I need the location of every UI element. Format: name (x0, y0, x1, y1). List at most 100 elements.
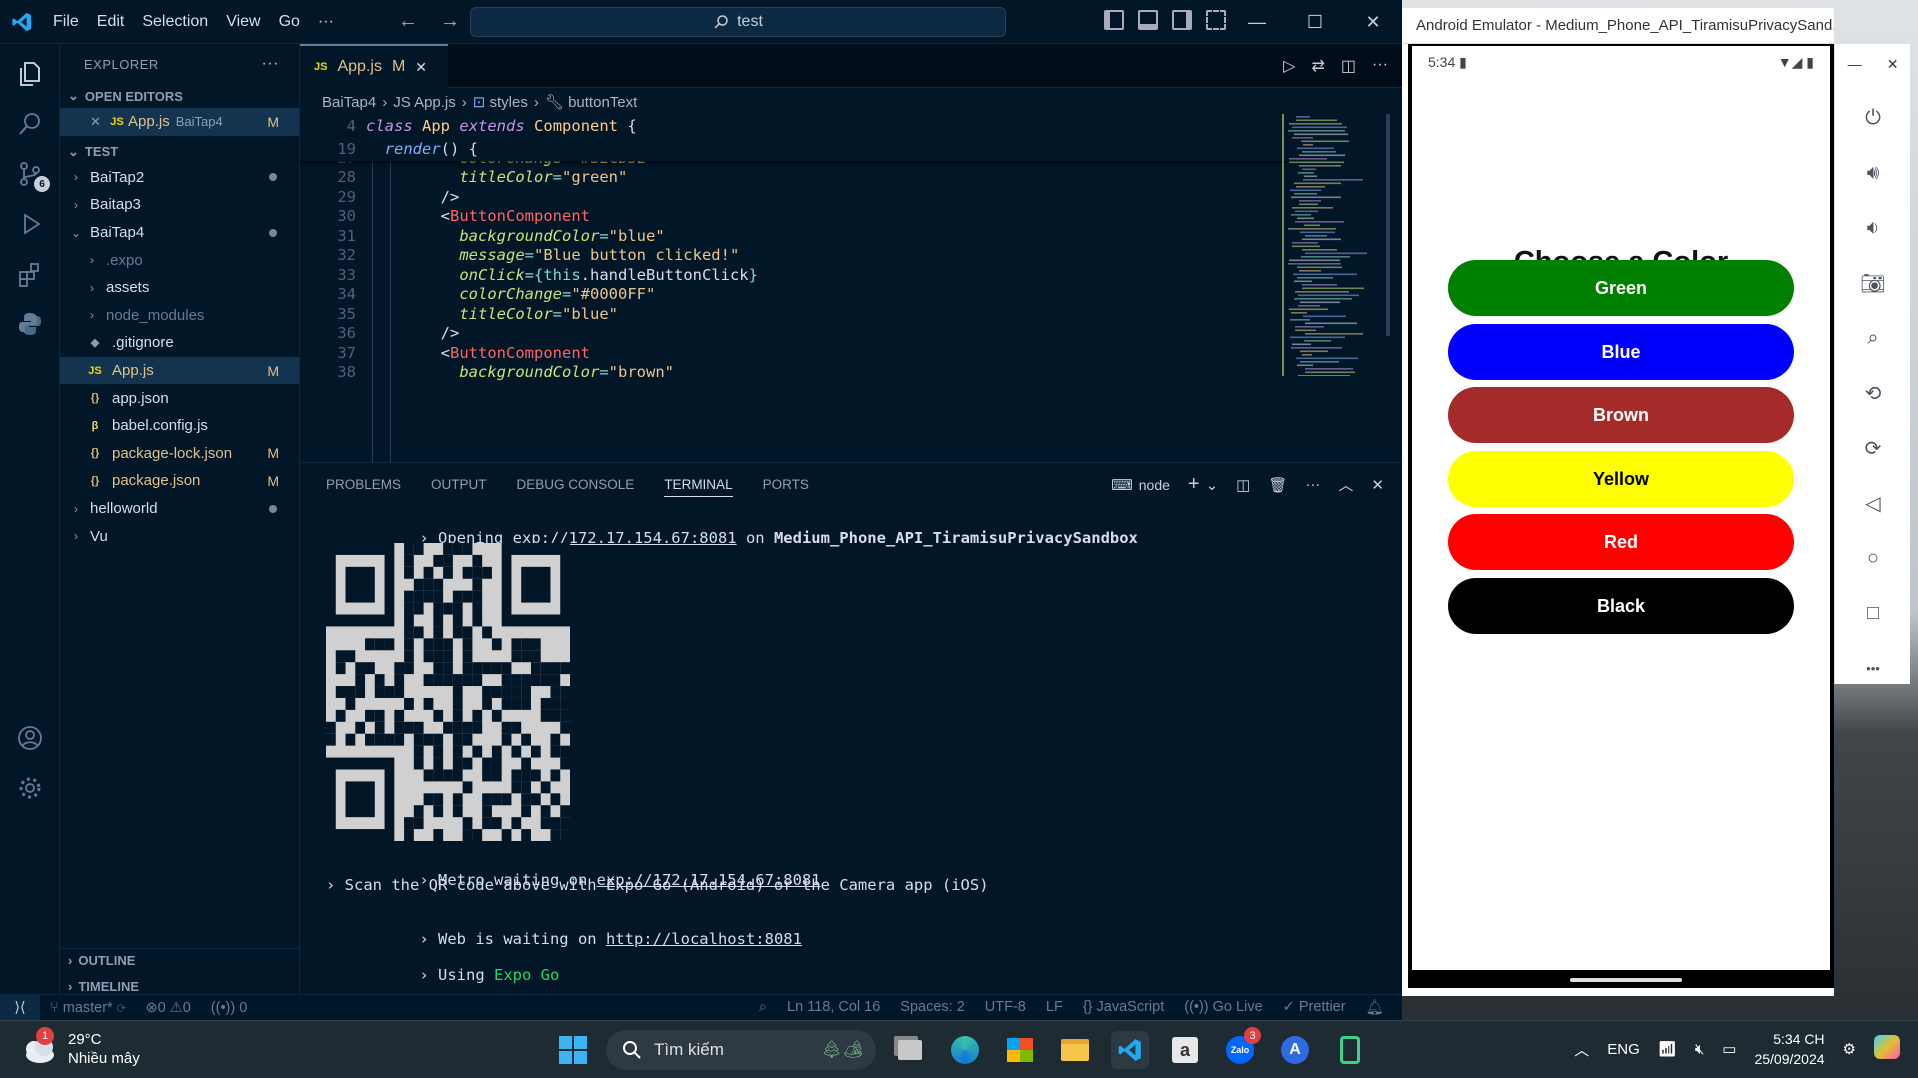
line-ending[interactable]: LF (1046, 999, 1063, 1016)
menu-view[interactable]: View (217, 13, 269, 31)
toggle-sidebar-icon[interactable] (1104, 10, 1124, 30)
tab-app-js[interactable]: JS App.js M ✕ (300, 44, 448, 88)
color-button-blue[interactable]: Blue (1448, 324, 1794, 380)
tree-item[interactable]: ◆ .gitignore (60, 329, 299, 357)
open-editors-section[interactable]: ⌄ OPEN EDITORS (60, 84, 299, 108)
tree-item[interactable]: › .expo (60, 246, 299, 274)
sticky-line[interactable]: 19 render() { (300, 137, 1300, 161)
breadcrumb-folder[interactable]: BaiTap4 (322, 94, 376, 111)
outline-section[interactable]: › OUTLINE (60, 948, 300, 972)
toolbar-close-icon[interactable]: ✕ (1887, 56, 1899, 73)
account-icon[interactable] (12, 720, 48, 756)
color-button-brown[interactable]: Brown (1448, 387, 1794, 443)
branch-item[interactable]: ⑂ master* ⟳ (50, 1000, 125, 1016)
tree-item[interactable]: › assets (60, 274, 299, 302)
source-control-icon[interactable]: 6 (12, 156, 50, 192)
back-arrow-icon[interactable]: ← (398, 10, 418, 33)
edge-icon[interactable] (946, 1031, 984, 1069)
zoom-status-icon[interactable]: ⌕ (759, 999, 767, 1016)
tree-item[interactable]: › node_modules (60, 302, 299, 330)
tree-item[interactable]: β babel.config.js (60, 412, 299, 440)
tree-item[interactable]: JS App.js M (60, 356, 299, 385)
phone-screen[interactable]: 5:34 ▮ ▼◢ ▮ Choose a Color GreenBlueBrow… (1412, 46, 1830, 982)
tab-output[interactable]: OUTPUT (431, 477, 487, 492)
go-live[interactable]: ((•)) Go Live (1184, 999, 1262, 1016)
tab-close-icon[interactable]: ✕ (415, 59, 427, 76)
vscode-taskbar-icon[interactable] (1111, 1031, 1149, 1069)
minimize-button[interactable]: — (1228, 0, 1286, 44)
code-line[interactable]: 38 backgroundColor="brown" (300, 361, 1300, 385)
customize-layout-icon[interactable] (1206, 10, 1226, 30)
phone-link-icon[interactable] (1331, 1031, 1369, 1069)
tab-debug-console[interactable]: DEBUG CONSOLE (517, 477, 635, 492)
sticky-line[interactable]: 4 class App extends Component { (300, 114, 1300, 138)
indentation[interactable]: Spaces: 2 (900, 999, 965, 1016)
toggle-secondary-sidebar-icon[interactable] (1172, 10, 1192, 30)
forward-arrow-icon[interactable]: → (440, 10, 460, 33)
search-activity-icon[interactable] (12, 106, 48, 142)
menu-edit[interactable]: Edit (88, 13, 134, 31)
windows-start-icon[interactable] (554, 1031, 592, 1069)
zoom-icon[interactable]: ⌕ (1855, 320, 1891, 356)
tab-terminal[interactable]: TERMINAL (664, 477, 733, 497)
menu-file[interactable]: File (44, 13, 88, 31)
encoding[interactable]: UTF-8 (985, 999, 1026, 1016)
taskbar-search[interactable]: Tìm kiếm 🌲︎🏕︎ (606, 1030, 876, 1070)
power-icon[interactable]: ⏻ (1855, 100, 1891, 136)
volume-up-icon[interactable]: 🔊︎ (1855, 155, 1891, 191)
tree-item[interactable]: › BaiTap2 (60, 164, 299, 192)
notification-gear-icon[interactable]: ⚙ (1843, 1040, 1856, 1058)
color-button-black[interactable]: Black (1448, 578, 1794, 634)
volume-down-icon[interactable]: 🔉︎ (1855, 210, 1891, 246)
color-button-yellow[interactable]: Yellow (1448, 451, 1794, 507)
code-editor[interactable]: 27 colorChange="#32CD32"28 titleColor="g… (300, 114, 1402, 462)
trash-icon[interactable]: 🗑︎ (1268, 476, 1287, 494)
editor-more-icon[interactable]: ··· (1372, 56, 1388, 76)
terminal-link[interactable]: http://localhost:8081 (606, 930, 802, 948)
run-icon[interactable]: ▷ (1283, 56, 1295, 76)
minimap[interactable] (1282, 114, 1392, 376)
open-editor-item[interactable]: ✕ JS App.js BaiTap4 M (60, 108, 299, 136)
home-icon[interactable]: ○ (1855, 540, 1891, 576)
extensions-icon[interactable] (12, 256, 48, 292)
tree-item[interactable]: ⌄ BaiTap4 (60, 219, 299, 247)
maximize-button[interactable]: ☐ (1286, 0, 1344, 44)
menu-more[interactable]: ··· (309, 13, 343, 31)
split-editor-icon[interactable]: ◫ (1341, 56, 1356, 76)
run-debug-icon[interactable] (12, 206, 48, 242)
menu-selection[interactable]: Selection (133, 13, 217, 31)
zalo-icon[interactable]: Zalo 3 (1221, 1027, 1261, 1069)
compare-changes-icon[interactable]: ⇄ (1311, 56, 1324, 76)
workspace-section[interactable]: ⌄ TEST (60, 140, 299, 164)
new-terminal-icon[interactable]: + (1188, 473, 1200, 496)
tree-item[interactable]: › Vu (60, 522, 299, 550)
back-icon[interactable]: ◁ (1855, 485, 1891, 521)
tree-item[interactable]: › Baitap3 (60, 191, 299, 219)
more-icon[interactable]: ••• (1855, 650, 1891, 686)
close-icon[interactable]: ✕ (90, 114, 106, 130)
clock[interactable]: 5:34 CH 25/09/2024 (1754, 1029, 1824, 1069)
chevron-up-icon[interactable]: ︿ (1574, 1039, 1589, 1060)
breadcrumb-file[interactable]: JS App.js (393, 94, 456, 111)
breadcrumb-styles[interactable]: ⊡ styles (473, 93, 528, 111)
language-indicator[interactable]: ENG (1607, 1041, 1640, 1058)
maximize-panel-icon[interactable]: ︿ (1338, 474, 1353, 495)
toggle-panel-icon[interactable] (1138, 10, 1158, 30)
android-studio-icon[interactable]: a (1166, 1031, 1204, 1069)
python-icon[interactable] (12, 306, 48, 342)
color-button-green[interactable]: Green (1448, 260, 1794, 316)
close-panel-icon[interactable]: ✕ (1371, 476, 1384, 494)
wifi-icon[interactable]: 📶︎ (1658, 1040, 1677, 1058)
volume-mute-icon[interactable]: 🔇︎ (1695, 1041, 1704, 1058)
tree-item[interactable]: {} package-lock.json M (60, 440, 299, 468)
remote-indicator-icon[interactable]: ⟩⟨ (0, 994, 40, 1021)
panel-more-icon[interactable]: ··· (1305, 476, 1320, 493)
store-icon[interactable] (1001, 1031, 1039, 1069)
overview-icon[interactable]: □ (1855, 595, 1891, 631)
gesture-bar[interactable] (1570, 978, 1682, 982)
battery-icon[interactable]: ▭ (1722, 1040, 1736, 1058)
prettier[interactable]: ✓ Prettier (1283, 999, 1346, 1016)
task-view-icon[interactable] (891, 1031, 929, 1069)
settings-gear-icon[interactable] (12, 770, 48, 806)
toolbar-minimize-icon[interactable]: — (1848, 56, 1862, 72)
